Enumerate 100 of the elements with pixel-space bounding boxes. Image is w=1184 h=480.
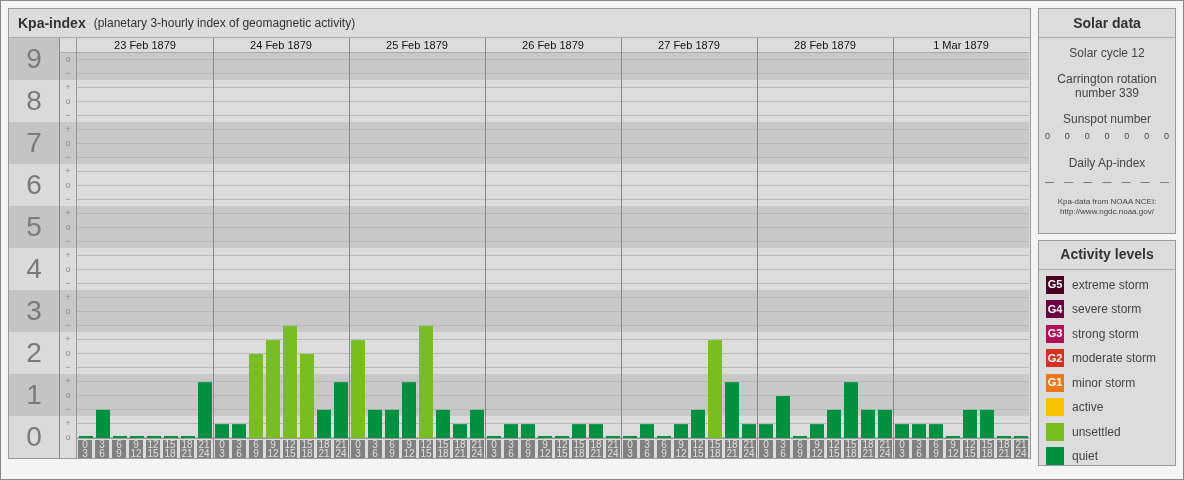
- hour-label: 9 12: [810, 440, 824, 458]
- ap-index-value: —: [1064, 175, 1074, 189]
- kp-bar: [861, 409, 875, 438]
- scale-digit: 7: [9, 122, 59, 164]
- sunspot-label: Sunspot number: [1062, 111, 1152, 128]
- kp-bar: [453, 424, 467, 438]
- kp-bar: [215, 424, 229, 438]
- scale-mark: +: [65, 124, 71, 134]
- hour-label: 3 6: [95, 440, 109, 458]
- hour-label: 12 15: [419, 440, 433, 458]
- level-swatch: G4: [1046, 300, 1064, 318]
- hour-label: 0 3: [895, 440, 909, 458]
- hour-label: 6 9: [793, 440, 807, 458]
- scale-mark: +: [65, 82, 71, 92]
- level-label: extreme storm: [1072, 276, 1149, 294]
- hour-label: 18 21: [317, 440, 331, 458]
- scale-mark: +: [65, 376, 71, 386]
- level-label: minor storm: [1072, 374, 1136, 392]
- kp-bar: [759, 424, 773, 438]
- sunspot-value: 0: [1064, 130, 1070, 143]
- hour-label: 18 21: [589, 440, 603, 458]
- chart-subtitle: (planetary 3-hourly index of geomagnetic activity): [93, 15, 356, 32]
- kp-bar: [912, 424, 926, 438]
- kp-bar: [725, 382, 739, 438]
- kp-bar: [895, 424, 909, 438]
- kp-bar: [844, 382, 858, 438]
- level-label: quiet: [1072, 448, 1099, 465]
- ap-index-value: —: [1102, 175, 1112, 189]
- source-url[interactable]: http://www.ngdc.noaa.gov/: [1060, 207, 1154, 217]
- kp-bar: [929, 424, 943, 438]
- scale-mark: o: [65, 348, 71, 358]
- panel-title: Activity levels: [1039, 241, 1175, 270]
- hour-label: 18 21: [725, 440, 739, 458]
- kp-bar: [436, 409, 450, 438]
- kp-bar: [572, 424, 586, 438]
- kp-bar: [827, 409, 841, 438]
- sunspot-value: 0: [1124, 130, 1130, 143]
- hour-label: 9 12: [129, 440, 143, 458]
- hour-label: 9 12: [946, 440, 960, 458]
- kp-bar: [96, 409, 110, 438]
- scale-mark: +: [65, 334, 71, 344]
- kp-bar: [334, 382, 348, 438]
- hour-label: 6 9: [249, 440, 263, 458]
- hour-label: 21 24: [1014, 440, 1028, 458]
- hour-label: 15 18: [980, 440, 994, 458]
- kp-bar: [776, 396, 790, 438]
- source-note: Kpa-data from NOAA NCEI:: [1057, 197, 1157, 207]
- kp-bar: [742, 424, 756, 438]
- hour-label: 21 24: [334, 440, 348, 458]
- level-swatch: G3: [1046, 324, 1064, 343]
- scale-digit: 3: [9, 290, 59, 332]
- kp-bar: [317, 409, 331, 438]
- scale-mark: +: [65, 208, 71, 218]
- hour-label: 0 3: [78, 440, 92, 458]
- date-label: 27 Feb 1879: [658, 39, 720, 51]
- scale-mark: o: [65, 432, 71, 440]
- hour-label: 12 15: [691, 440, 705, 458]
- hour-label: 15 18: [708, 440, 722, 458]
- level-swatch: G1: [1046, 373, 1064, 392]
- scale-mark: o: [65, 96, 71, 106]
- scale-mark: −: [65, 152, 71, 162]
- hour-label: 21 24: [606, 440, 620, 458]
- kp-bar: [232, 424, 246, 438]
- level-swatch: G2: [1046, 349, 1064, 367]
- hour-label: 15 18: [300, 440, 314, 458]
- scale-mark: +: [65, 250, 71, 260]
- hour-label: 21 24: [742, 440, 756, 458]
- level-label: strong storm: [1072, 325, 1139, 343]
- scale-mark: o: [65, 180, 71, 190]
- hour-label: 18 21: [453, 440, 467, 458]
- sunspot-value: 0: [1084, 130, 1090, 143]
- ap-index-value: —: [1121, 175, 1131, 189]
- kp-bar: [640, 424, 654, 438]
- kp-bar: [521, 424, 535, 438]
- kp-bar: [878, 409, 892, 438]
- hour-label: 0 3: [623, 440, 637, 458]
- hour-label: 9 12: [266, 440, 280, 458]
- hour-label: 21 24: [197, 440, 211, 458]
- scale-mark: −: [65, 320, 71, 330]
- hour-label: 12 15: [963, 440, 977, 458]
- kp-bar: [385, 409, 399, 438]
- date-label: 24 Feb 1879: [250, 39, 312, 51]
- hour-label: 6 9: [385, 440, 399, 458]
- hour-label: 6 9: [521, 440, 535, 458]
- kp-bar: [674, 424, 688, 438]
- kp-bar: [402, 382, 416, 438]
- sunspot-value: 0: [1104, 130, 1110, 143]
- date-label: 25 Feb 1879: [386, 39, 448, 51]
- hour-label: 12 15: [283, 440, 297, 458]
- ap-index-label: Daily Ap-index: [1068, 154, 1146, 172]
- kp-bar: [470, 409, 484, 438]
- scale-mark: −: [65, 404, 71, 414]
- hour-label: 6 9: [657, 440, 671, 458]
- level-swatch: G5: [1046, 275, 1064, 294]
- kp-bar: [589, 424, 603, 438]
- hour-label: 15 18: [436, 440, 450, 458]
- kp-bar: [368, 409, 382, 438]
- hour-label: 3 6: [504, 440, 518, 458]
- scale-mark: +: [65, 166, 71, 176]
- scale-mark: −: [65, 278, 71, 288]
